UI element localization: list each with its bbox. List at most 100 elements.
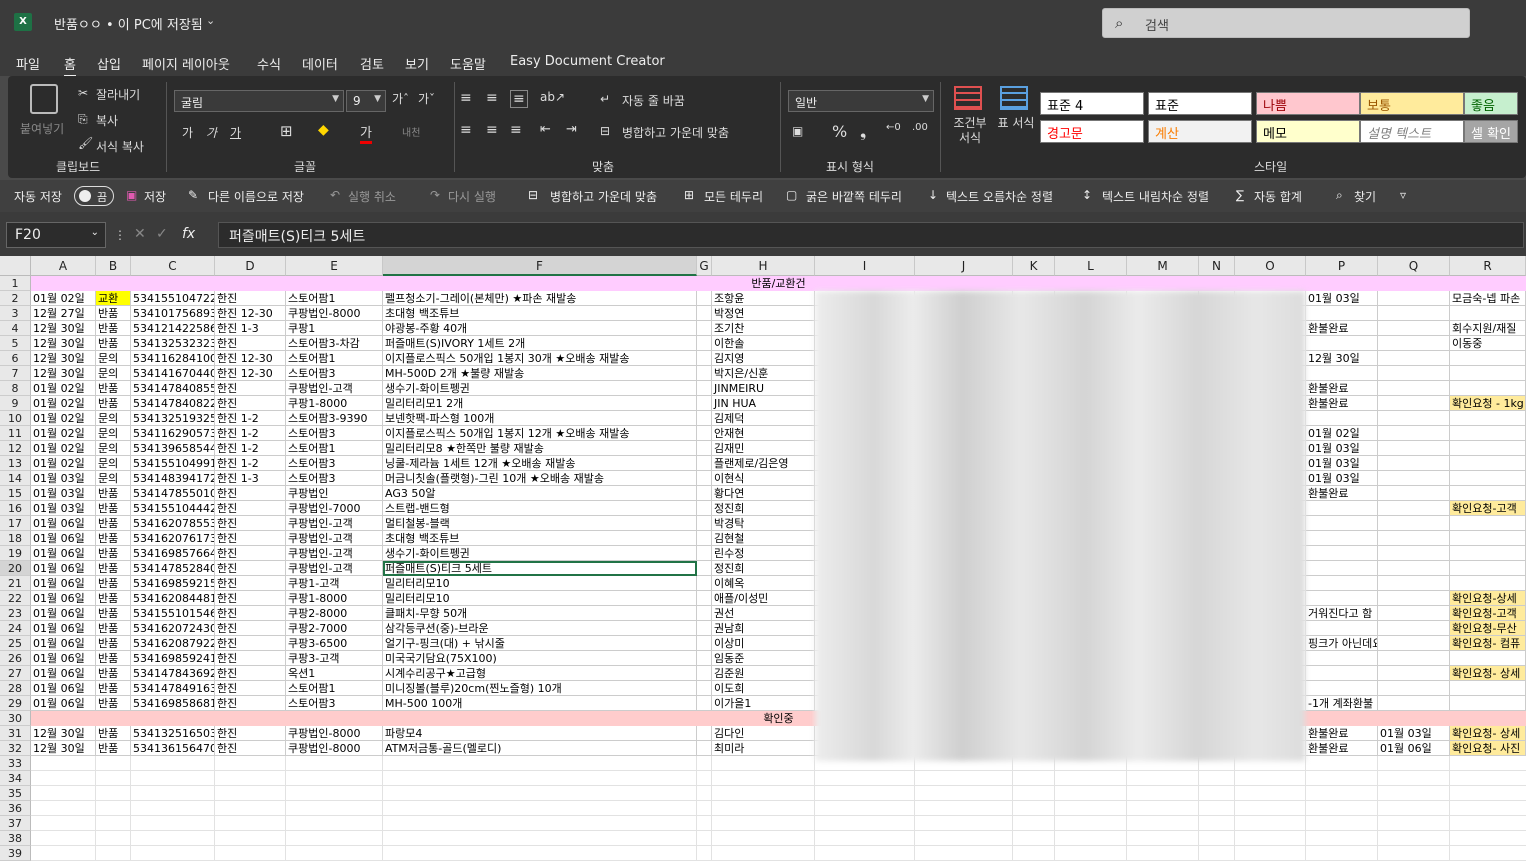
row-header-6[interactable]: 6 (0, 351, 31, 366)
cell-B6[interactable]: 문의 (96, 351, 131, 366)
cell-F20[interactable]: 퍼즐매트(S)티크 5세트 (383, 561, 697, 576)
font-size-combo[interactable]: 9 ▼ (346, 90, 386, 112)
column-header-F[interactable]: F (383, 256, 697, 276)
qat-merge-button[interactable]: 병합하고 가운데 맞춤 (550, 188, 657, 205)
cell-C4[interactable]: 534121422586 (131, 321, 215, 336)
column-header-B[interactable]: B (96, 256, 131, 276)
row-header-32[interactable]: 32 (0, 741, 31, 756)
cell-H26[interactable]: 임동준 (712, 651, 815, 666)
cell-F19[interactable]: 생수기-화이트펭귄 (383, 546, 697, 561)
cell-Q19[interactable] (1378, 546, 1450, 561)
cell-F27[interactable]: 시계수리공구★고급형 (383, 666, 697, 681)
cell-H21[interactable]: 이혜옥 (712, 576, 815, 591)
cell-H15[interactable]: 황다연 (712, 486, 815, 501)
cell-B16[interactable]: 반품 (96, 501, 131, 516)
increase-font-icon[interactable]: 가ˆ (392, 90, 409, 107)
cell-B2[interactable]: 교환 (96, 291, 131, 306)
cell-Q26[interactable] (1378, 651, 1450, 666)
cell-R4[interactable]: 회수지원/재질 (1450, 321, 1526, 336)
cell-C6[interactable]: 534116284100 (131, 351, 215, 366)
cell-P17[interactable] (1306, 516, 1378, 531)
cell-B7[interactable]: 문의 (96, 366, 131, 381)
cell-E32[interactable]: 쿠팡법인-8000 (286, 741, 383, 756)
cell-D4[interactable]: 한진 1-3 (215, 321, 286, 336)
cell-style-4[interactable]: 좋음 (1464, 92, 1518, 115)
column-header-D[interactable]: D (215, 256, 286, 276)
sort-asc-button[interactable]: 텍스트 오름차순 정렬 (946, 188, 1053, 205)
cell-P32[interactable]: 환불완료 (1306, 741, 1378, 756)
cell-A13[interactable]: 01월 02일 (31, 456, 96, 471)
redo-icon[interactable]: ↷ (430, 188, 440, 202)
cell-H5[interactable]: 이한솔 (712, 336, 815, 351)
cell-R18[interactable] (1450, 531, 1526, 546)
cell-D25[interactable]: 한진 (215, 636, 286, 651)
cell-A31[interactable]: 12월 30일 (31, 726, 96, 741)
cell-H29[interactable]: 이가을1 (712, 696, 815, 711)
row-header-31[interactable]: 31 (0, 726, 31, 741)
cell-H25[interactable]: 이상미 (712, 636, 815, 651)
cell-A29[interactable]: 01월 06일 (31, 696, 96, 711)
cell-A14[interactable]: 01월 03일 (31, 471, 96, 486)
align-center-icon[interactable]: ≡ (486, 122, 498, 138)
cell-Q14[interactable] (1378, 471, 1450, 486)
cell-A6[interactable]: 12월 30일 (31, 351, 96, 366)
cell-P13[interactable]: 01월 03일 (1306, 456, 1378, 471)
cell-D22[interactable]: 한진 (215, 591, 286, 606)
cell-P15[interactable]: 환불완료 (1306, 486, 1378, 501)
cell-A5[interactable]: 12월 30일 (31, 336, 96, 351)
cell-F13[interactable]: 닝쿨-제라늄 1세트 12개 ★오배송 재발송 (383, 456, 697, 471)
menu-data[interactable]: 데이터 (302, 54, 338, 73)
row-header-20[interactable]: 20 (0, 561, 31, 576)
cell-P26[interactable] (1306, 651, 1378, 666)
cell-E12[interactable]: 스토어팜1 (286, 441, 383, 456)
merge-center-button[interactable]: 병합하고 가운데 맞춤 (622, 124, 729, 141)
cell-Q24[interactable] (1378, 621, 1450, 636)
cell-E25[interactable]: 쿠팡3-6500 (286, 636, 383, 651)
cell-G8[interactable] (697, 381, 712, 396)
cut-icon[interactable]: ✂ (78, 86, 88, 100)
cell-B20[interactable]: 반품 (96, 561, 131, 576)
cell-F25[interactable]: 얼기구-핑크(대) + 낚시줄 (383, 636, 697, 651)
cell-A8[interactable]: 01월 02일 (31, 381, 96, 396)
cell-G14[interactable] (697, 471, 712, 486)
save-as-button[interactable]: 다른 이름으로 저장 (208, 188, 304, 205)
document-title[interactable]: 반품ㅇㅇ • 이 PC에 저장됨 (54, 14, 203, 33)
row-header-39[interactable]: 39 (0, 846, 31, 861)
cell-Q25[interactable] (1378, 636, 1450, 651)
menu-help[interactable]: 도움말 (450, 54, 486, 73)
cell-E23[interactable]: 쿠팡2-8000 (286, 606, 383, 621)
cell-Q16[interactable] (1378, 501, 1450, 516)
cell-D21[interactable]: 한진 (215, 576, 286, 591)
cell-C29[interactable]: 534169858681 (131, 696, 215, 711)
sort-desc-button[interactable]: 텍스트 내림차순 정렬 (1102, 188, 1209, 205)
cell-A22[interactable]: 01월 06일 (31, 591, 96, 606)
enter-icon[interactable]: ✓ (156, 226, 168, 242)
cell-A28[interactable]: 01월 06일 (31, 681, 96, 696)
cell-Q32[interactable]: 01월 06일 (1378, 741, 1450, 756)
row-header-7[interactable]: 7 (0, 366, 31, 381)
cell-G18[interactable] (697, 531, 712, 546)
cancel-icon[interactable]: ✕ (134, 226, 146, 242)
cell-D3[interactable]: 한진 12-30 (215, 306, 286, 321)
cell-R25[interactable]: 확인요청- 컴퓨 (1450, 636, 1526, 651)
cell-H17[interactable]: 박경탁 (712, 516, 815, 531)
row-header-8[interactable]: 8 (0, 381, 31, 396)
row-header-23[interactable]: 23 (0, 606, 31, 621)
cell-C7[interactable]: 534141670440 (131, 366, 215, 381)
merge-icon[interactable]: ⊟ (600, 124, 610, 138)
cell-B5[interactable]: 반품 (96, 336, 131, 351)
cell-A11[interactable]: 01월 02일 (31, 426, 96, 441)
cell-F15[interactable]: AG3 50알 (383, 486, 697, 501)
cell-Q7[interactable] (1378, 366, 1450, 381)
cell-Q23[interactable] (1378, 606, 1450, 621)
cell-F12[interactable]: 밀리터리모8 ★한쪽만 불량 재발송 (383, 441, 697, 456)
font-name-combo[interactable]: 굴림 ▼ (174, 90, 344, 112)
cell-A3[interactable]: 12월 27일 (31, 306, 96, 321)
cell-style-0[interactable]: 표준 4 (1040, 92, 1144, 115)
cell-P3[interactable] (1306, 306, 1378, 321)
cell-C5[interactable]: 534132532323 (131, 336, 215, 351)
row-header-24[interactable]: 24 (0, 621, 31, 636)
cell-C18[interactable]: 534162076173 (131, 531, 215, 546)
cell-D27[interactable]: 한진 (215, 666, 286, 681)
cell-B32[interactable]: 반품 (96, 741, 131, 756)
